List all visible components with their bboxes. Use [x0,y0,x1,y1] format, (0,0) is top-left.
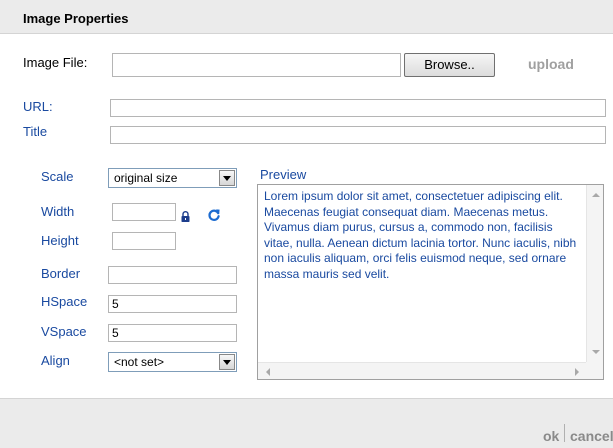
footer-divider [564,424,565,442]
hspace-field[interactable] [108,295,237,313]
preview-label: Preview [260,167,307,182]
browse-button[interactable]: Browse.. [404,53,495,77]
width-field[interactable] [112,203,176,221]
scroll-right-icon[interactable] [575,368,579,376]
dialog-header: Image Properties [0,0,613,34]
preview-pane[interactable]: Lorem ipsum dolor sit amet, consectetuer… [257,184,604,380]
align-selected-value: <not set> [114,355,165,369]
vspace-field[interactable] [108,324,237,342]
align-label: Align [41,353,70,368]
title-label: Title [23,124,48,139]
height-label: Height [41,233,79,248]
horizontal-scrollbar[interactable] [258,362,587,379]
url-field[interactable] [110,99,606,117]
chevron-down-icon[interactable] [219,354,235,370]
title-field[interactable] [110,126,606,144]
scroll-down-icon[interactable] [592,350,600,354]
scroll-up-icon[interactable] [592,193,600,197]
image-file-field[interactable] [112,53,401,77]
align-select[interactable]: <not set> [108,352,237,372]
border-label: Border [41,266,81,281]
width-label: Width [41,204,75,219]
lock-icon[interactable] [181,211,190,222]
cancel-button[interactable]: cancel [570,428,613,444]
chevron-down-icon[interactable] [219,170,235,186]
refresh-icon[interactable] [207,208,221,222]
dialog-footer [0,398,613,448]
preview-text: Lorem ipsum dolor sit amet, consectetuer… [264,189,577,281]
scrollbar-corner [586,362,603,379]
ok-button[interactable]: ok [543,428,559,444]
scroll-left-icon[interactable] [266,368,270,376]
scale-label: Scale [41,169,74,184]
height-field[interactable] [112,232,176,250]
border-field[interactable] [108,266,237,284]
scale-select[interactable]: original size [108,168,237,188]
upload-button[interactable]: upload [528,56,574,72]
vertical-scrollbar[interactable] [586,185,603,362]
vspace-label: VSpace [41,324,87,339]
url-label: URL: [23,99,53,114]
dialog-title: Image Properties [23,11,129,26]
image-file-label: Image File: [23,55,88,70]
hspace-label: HSpace [41,294,88,309]
scale-selected-value: original size [114,171,178,185]
